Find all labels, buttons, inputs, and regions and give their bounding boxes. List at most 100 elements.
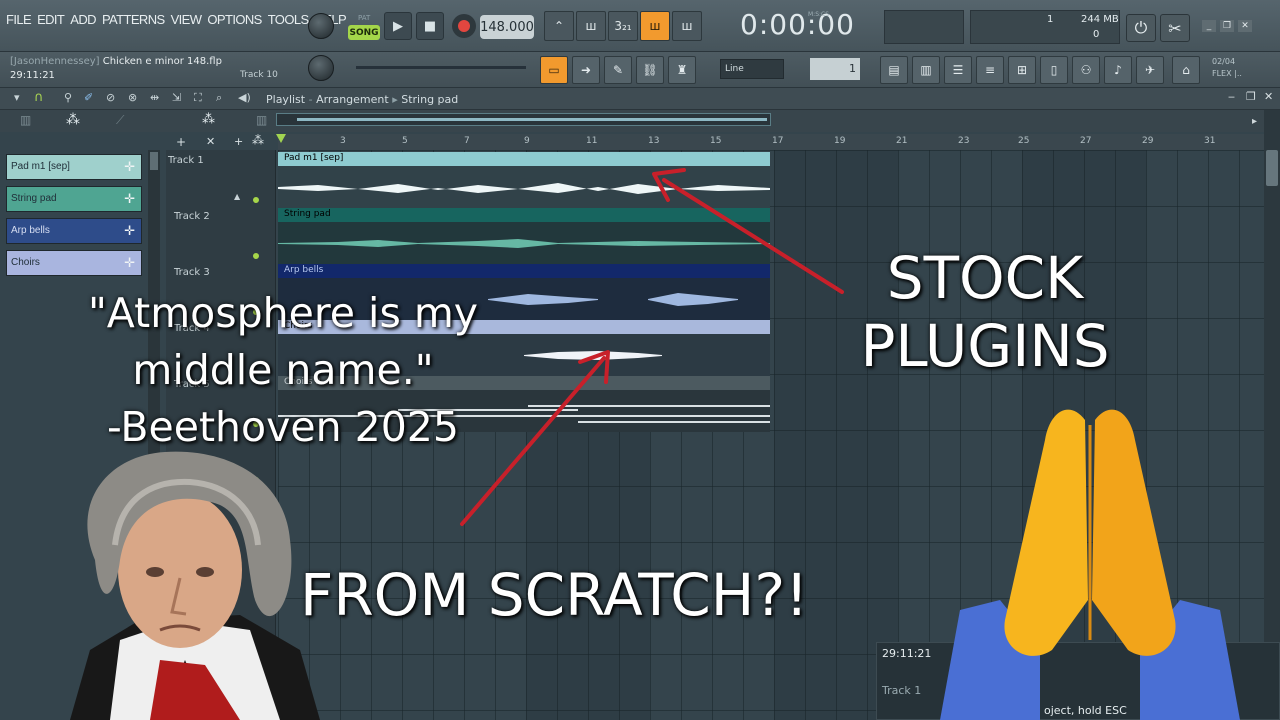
close-icon[interactable]: ✕ (1238, 20, 1252, 32)
playlist-close-icon[interactable]: ✕ (1264, 90, 1273, 103)
playlist-restore-icon[interactable]: ❐ (1246, 90, 1256, 103)
master-volume-knob[interactable] (308, 13, 334, 39)
mute-icon[interactable]: ⊗ (128, 91, 137, 104)
delete-icon[interactable]: ⊘ (106, 91, 115, 104)
stamp-icon[interactable]: ♜ (668, 56, 696, 84)
ruler-tick: 5 (402, 136, 408, 146)
pitch-knob[interactable] (308, 55, 334, 81)
pencil-icon[interactable]: ✎ (604, 56, 632, 84)
song-mode-toggle[interactable]: SONG (348, 25, 380, 40)
mixer-icon[interactable]: ≡ (976, 56, 1004, 84)
piano-roll-icon[interactable]: ▥ (912, 56, 940, 84)
remove-icon[interactable]: ✕ (206, 135, 215, 148)
link-icon[interactable]: ⛓ (636, 56, 664, 84)
menu-tools[interactable]: TOOLS (268, 12, 309, 27)
play-button[interactable]: ▶ (384, 12, 412, 40)
track-collapse-icon[interactable]: ▲ (234, 192, 240, 201)
flex-panel[interactable]: 02/04 FLEX |.. (1212, 56, 1242, 80)
menu-patterns[interactable]: PATTERNS (102, 12, 165, 27)
browser-icon[interactable]: ⊞ (1008, 56, 1036, 84)
playlist-icon[interactable]: ▤ (880, 56, 908, 84)
waveform-tool-icon[interactable]: ⁂ (202, 112, 215, 127)
project-author: [JasonHennessey] (10, 56, 100, 67)
track-mute-led[interactable] (253, 477, 259, 483)
cart-icon[interactable]: ⌂ (1172, 56, 1200, 84)
paint-icon[interactable]: ⚲ (64, 91, 72, 104)
plugin-icon[interactable]: ⚇ (1072, 56, 1100, 84)
pattern-add-icon[interactable]: ✛ (124, 255, 135, 271)
blend-notes-icon[interactable]: ш (640, 11, 670, 41)
pattern-item-arp-bells[interactable]: Arp bells ✛ (6, 218, 142, 244)
power-icon[interactable]: ⏻ (1126, 14, 1156, 42)
track-mute-led[interactable] (253, 253, 259, 259)
loop-record-icon[interactable]: ш (672, 11, 702, 41)
select-icon[interactable]: ⛶ (194, 91, 202, 105)
channel-rack-icon[interactable]: ☰ (944, 56, 972, 84)
track-mute-led[interactable] (253, 197, 259, 203)
pattern-add-icon[interactable]: ✛ (124, 191, 135, 207)
hint-track: Track 1 (882, 684, 922, 697)
menu-add[interactable]: ADD (70, 12, 96, 27)
audio-clip-pad[interactable]: Pad m1 [sep] (278, 152, 770, 208)
tempo-tap-icon[interactable]: ♪ (1104, 56, 1132, 84)
track-name[interactable]: Track 2 (174, 211, 210, 222)
automation-icon[interactable]: ⟋ (116, 113, 124, 128)
pattern-scroll-thumb[interactable] (150, 152, 158, 170)
playhead-marker[interactable] (276, 134, 286, 143)
metronome-icon[interactable]: ⌃ (544, 11, 574, 41)
slip-icon[interactable]: ⇹ (150, 91, 159, 104)
ruler-tick: 29 (1142, 136, 1154, 146)
pattern-item-pad[interactable]: Pad m1 [sep] ✛ (6, 154, 142, 180)
countdown-icon[interactable]: 3₂₁ (608, 11, 638, 41)
scissors-icon[interactable]: ✂ (1160, 14, 1190, 42)
ruler-tick: 21 (896, 136, 908, 146)
wait-input-icon[interactable]: ш (576, 11, 606, 41)
scroll-right-icon[interactable]: ▸ (1252, 116, 1257, 127)
menu-view[interactable]: VIEW (171, 12, 202, 27)
horizontal-scroll-bar[interactable] (276, 113, 771, 126)
typing-keyboard-icon[interactable]: ▭ (540, 56, 568, 84)
playlist-section[interactable]: Arrangement (316, 93, 389, 106)
brush-icon[interactable]: ✐ (84, 91, 93, 104)
pattern-picker-panel: Pad m1 [sep] ✛ String pad ✛ Arp bells ✛ Cho… (6, 150, 144, 280)
arrow-right-icon[interactable]: ➜ (572, 56, 600, 84)
restore-icon[interactable]: ❐ (1220, 20, 1234, 32)
menu-file[interactable]: FILE (6, 12, 32, 27)
zoom-icon[interactable]: ⌕ (216, 91, 222, 105)
pattern-item-string-pad[interactable]: String pad ✛ (6, 186, 142, 212)
pattern-item-choirs[interactable]: Choirs ✛ (6, 250, 142, 276)
stop-button[interactable]: ■ (416, 12, 444, 40)
pattern-add-icon[interactable]: ✛ (124, 159, 135, 175)
step-field[interactable]: 1 (810, 58, 860, 80)
speaker-icon[interactable]: ◀) (238, 91, 251, 104)
playlist-vertical-scrollbar[interactable] (1264, 110, 1280, 720)
slice-icon[interactable]: ⇲ (172, 91, 181, 104)
minimize-icon[interactable]: _ (1202, 20, 1216, 32)
track-name[interactable]: Track 3 (174, 267, 210, 278)
add-track-icon[interactable]: + (176, 135, 186, 149)
magnet-icon[interactable]: ∩ (34, 90, 44, 105)
snap-select[interactable]: Line (720, 59, 784, 79)
help-icon[interactable]: ✈ (1136, 56, 1164, 84)
playlist-menu-arrow-icon[interactable]: ▾ (14, 91, 20, 104)
playlist-minimize-icon[interactable]: ‒ (1228, 90, 1235, 103)
project-icon[interactable]: ▯ (1040, 56, 1068, 84)
tempo-display[interactable]: 148.000 (480, 15, 534, 39)
pattern-picker-icon[interactable]: ▥ (20, 113, 31, 127)
record-button[interactable] (452, 14, 476, 38)
timeline-plus-icon[interactable]: + (234, 135, 243, 148)
song-time-display[interactable]: 0:00:00 (740, 8, 855, 41)
breadcrumb-arrow-icon: ▸ (392, 93, 402, 106)
audio-clip-string-pad[interactable]: String pad (278, 208, 770, 264)
master-pitch-slider[interactable] (356, 66, 526, 69)
playlist-pattern[interactable]: String pad (401, 93, 458, 106)
menu-edit[interactable]: EDIT (37, 12, 65, 27)
audio-clip-icon[interactable]: ⁂ (66, 112, 80, 128)
timeline-ruler[interactable]: 3 5 7 9 11 13 15 17 19 21 23 25 27 29 31 (278, 134, 1268, 150)
piano-icon[interactable]: ▥ (256, 113, 267, 127)
menu-options[interactable]: OPTIONS (207, 12, 262, 27)
view-grid-icon[interactable]: ⁂ (252, 133, 264, 147)
pattern-add-icon[interactable]: ✛ (124, 223, 135, 239)
vertical-scroll-thumb[interactable] (1266, 150, 1278, 186)
track-name[interactable]: Track 1 (168, 155, 204, 166)
